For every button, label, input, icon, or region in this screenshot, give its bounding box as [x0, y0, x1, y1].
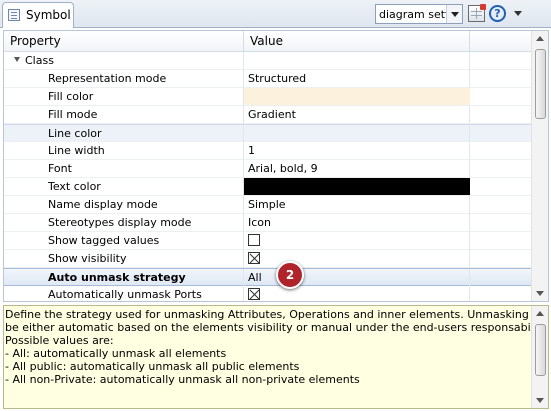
property-row[interactable]: Auto unmask strategy All: [4, 268, 532, 286]
property-label: Auto unmask strategy: [4, 269, 244, 286]
property-row[interactable]: Show visibility: [4, 250, 532, 268]
tab-symbol-label: Symbol: [26, 8, 71, 22]
property-label: Line width: [4, 142, 244, 159]
checkbox-cell[interactable]: [244, 250, 470, 267]
property-row[interactable]: Text color: [4, 178, 532, 196]
property-label: Representation mode: [4, 70, 244, 87]
description-line: Define the strategy used for unmasking A…: [5, 308, 549, 321]
description-line: - All: automatically unmask all elements: [5, 347, 227, 360]
property-row[interactable]: Line width 1: [4, 142, 532, 160]
property-label: Font: [4, 160, 244, 177]
checked-checkbox[interactable]: [248, 288, 260, 300]
unchecked-checkbox[interactable]: [248, 234, 260, 246]
tab-symbol[interactable]: Symbol: [2, 2, 74, 28]
header-value[interactable]: Value: [244, 31, 470, 52]
description-line: Possible values are:: [5, 334, 114, 347]
property-value[interactable]: Icon: [244, 214, 470, 231]
property-grid: Property Value Class Representation mode…: [3, 30, 549, 302]
property-label: Fill mode: [4, 106, 244, 123]
property-label: Text color: [4, 178, 244, 195]
grid-header: Property Value: [4, 31, 532, 52]
property-row[interactable]: Stereotypes display mode Icon: [4, 214, 532, 232]
property-row[interactable]: Line color: [4, 124, 532, 142]
group-label: Class: [4, 52, 244, 69]
header-property[interactable]: Property: [4, 31, 244, 52]
property-value[interactable]: Gradient: [244, 106, 470, 123]
property-row[interactable]: Automatically unmask Ports: [4, 286, 532, 301]
group-value: [244, 52, 470, 69]
scroll-thumb[interactable]: [535, 49, 546, 119]
color-swatch[interactable]: [244, 178, 470, 195]
property-label: Stereotypes display mode: [4, 214, 244, 231]
scroll-down-icon[interactable]: [532, 392, 548, 408]
property-row[interactable]: Show tagged values: [4, 232, 532, 250]
property-value[interactable]: Simple: [244, 196, 470, 213]
header-filler: [470, 31, 532, 52]
group-row-class[interactable]: Class: [4, 52, 532, 70]
description-line: - All non-Private: automatically unmask …: [5, 373, 360, 386]
property-row[interactable]: Name display mode Simple: [4, 196, 532, 214]
property-label: Automatically unmask Ports: [4, 286, 244, 301]
scroll-down-icon[interactable]: [532, 285, 548, 301]
property-label: Fill color: [4, 88, 244, 105]
help-icon[interactable]: ?: [489, 5, 506, 22]
description-scrollbar[interactable]: [531, 306, 548, 408]
view-toolbar: Symbol diagram settings ?: [0, 0, 551, 28]
settings-dropdown[interactable]: diagram settings: [375, 4, 463, 24]
property-label: Show visibility: [4, 250, 244, 267]
property-row[interactable]: Font Arial, bold, 9: [4, 160, 532, 178]
callout-badge: 2: [276, 261, 304, 289]
property-label: Show tagged values: [4, 232, 244, 249]
description-line: be either automatic based on the element…: [5, 321, 549, 334]
chevron-down-icon[interactable]: [446, 5, 462, 23]
color-swatch-cell[interactable]: [244, 88, 470, 105]
scroll-up-icon[interactable]: [532, 306, 548, 322]
property-value[interactable]: Arial, bold, 9: [244, 160, 470, 177]
property-row[interactable]: Representation mode Structured: [4, 70, 532, 88]
property-value[interactable]: [244, 125, 470, 142]
scroll-thumb[interactable]: [535, 324, 546, 376]
property-row[interactable]: Fill color: [4, 88, 532, 106]
settings-dropdown-value: diagram settings: [379, 8, 447, 21]
checkbox-cell[interactable]: [244, 232, 470, 249]
property-label: Line color: [4, 125, 244, 142]
properties-icon: [8, 9, 20, 21]
color-swatch[interactable]: [244, 88, 470, 105]
description-text: Define the strategy used for unmasking A…: [5, 308, 549, 386]
property-value[interactable]: Structured: [244, 70, 470, 87]
property-row[interactable]: Fill mode Gradient: [4, 106, 532, 124]
properties-grid-icon[interactable]: [468, 4, 486, 22]
color-swatch-cell[interactable]: [244, 178, 470, 195]
checked-checkbox[interactable]: [248, 252, 260, 264]
checkbox-cell[interactable]: [244, 286, 470, 301]
view-menu-icon[interactable]: [510, 5, 527, 22]
property-label: Name display mode: [4, 196, 244, 213]
grid-scrollbar[interactable]: [531, 31, 548, 301]
scroll-up-icon[interactable]: [532, 31, 548, 47]
property-value[interactable]: 1: [244, 142, 470, 159]
description-panel: Define the strategy used for unmasking A…: [3, 305, 549, 409]
description-line: - All public: automatically unmask all p…: [5, 360, 300, 373]
